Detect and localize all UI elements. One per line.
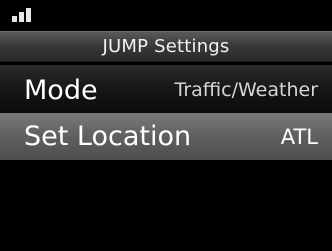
menu-item-value: ATL <box>280 124 318 149</box>
title-bar: JUMP Settings <box>0 31 332 62</box>
status-bar <box>0 0 332 30</box>
signal-strength-icon <box>12 8 36 22</box>
empty-list-area <box>0 160 332 251</box>
menu-item-label: Set Location <box>24 121 192 152</box>
menu-item-label: Mode <box>24 74 98 106</box>
menu-item-mode[interactable]: Mode Traffic/Weather <box>0 65 332 115</box>
menu-item-value: Traffic/Weather <box>174 79 318 101</box>
menu-item-set-location[interactable]: Set Location ATL <box>0 113 332 160</box>
page-title: JUMP Settings <box>102 36 230 57</box>
